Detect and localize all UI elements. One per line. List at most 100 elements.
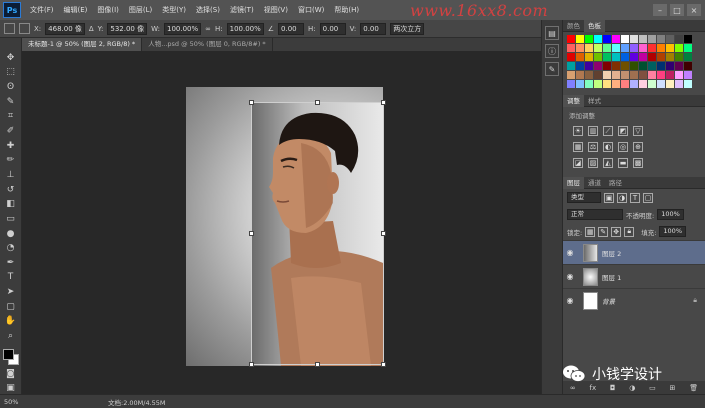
layer-kind-filter[interactable]: 类型 xyxy=(567,192,601,203)
filter-shape-icon[interactable]: ▢ xyxy=(643,192,653,203)
color-swatch[interactable] xyxy=(621,71,629,79)
layer-row[interactable]: ◉ 背景 🔒︎ xyxy=(563,288,705,312)
color-swatch[interactable] xyxy=(657,44,665,52)
color-swatch[interactable] xyxy=(639,35,647,43)
crop-tool-icon[interactable]: ⌗ xyxy=(4,111,18,123)
gradient-map-icon[interactable]: ▬ xyxy=(618,158,628,168)
transform-handle-tc[interactable] xyxy=(315,100,320,105)
minimize-icon[interactable]: – xyxy=(653,4,667,16)
canvas-area[interactable] xyxy=(22,51,541,394)
quick-select-tool-icon[interactable]: ✎ xyxy=(4,96,18,108)
h-field[interactable]: 100.00% xyxy=(226,22,264,35)
transform-handle-br[interactable] xyxy=(381,362,386,367)
color-swatches[interactable] xyxy=(2,347,20,365)
properties-panel-icon[interactable]: ⓘ xyxy=(545,44,559,58)
color-swatch[interactable] xyxy=(576,71,584,79)
color-swatch[interactable] xyxy=(585,44,593,52)
color-swatch[interactable] xyxy=(666,71,674,79)
color-swatch[interactable] xyxy=(612,62,620,70)
healing-tool-icon[interactable]: ✚ xyxy=(4,140,18,152)
selective-color-icon[interactable]: ▩ xyxy=(633,158,643,168)
color-swatch[interactable] xyxy=(630,53,638,61)
color-swatch[interactable] xyxy=(585,71,593,79)
visibility-eye-icon[interactable]: ◉ xyxy=(563,248,577,257)
color-swatch[interactable] xyxy=(639,44,647,52)
layer-style-icon[interactable]: fx xyxy=(590,384,597,392)
color-swatch[interactable] xyxy=(630,44,638,52)
menu-edit[interactable]: 编辑(E) xyxy=(59,5,93,15)
color-swatch[interactable] xyxy=(576,35,584,43)
color-swatch[interactable] xyxy=(648,53,656,61)
transform-handle-tl[interactable] xyxy=(249,100,254,105)
color-swatch[interactable] xyxy=(567,62,575,70)
filter-adjust-icon[interactable]: ◑ xyxy=(617,192,627,203)
color-swatch[interactable] xyxy=(594,44,602,52)
menu-select[interactable]: 选择(S) xyxy=(191,5,225,15)
color-swatch[interactable] xyxy=(675,71,683,79)
layer-row[interactable]: ◉ 图层 1 xyxy=(563,264,705,288)
stamp-tool-icon[interactable]: ⊥ xyxy=(4,169,18,181)
visibility-eye-icon[interactable]: ◉ xyxy=(563,296,577,305)
color-swatch[interactable] xyxy=(594,53,602,61)
color-swatch[interactable] xyxy=(675,44,683,52)
color-swatch[interactable] xyxy=(666,44,674,52)
transform-handle-tr[interactable] xyxy=(381,100,386,105)
color-swatch[interactable] xyxy=(576,53,584,61)
menu-file[interactable]: 文件(F) xyxy=(25,5,59,15)
color-swatch[interactable] xyxy=(567,53,575,61)
menu-image[interactable]: 图像(I) xyxy=(92,5,124,15)
gradient-tool-icon[interactable]: ▭ xyxy=(4,213,18,225)
pen-tool-icon[interactable]: ✒ xyxy=(4,257,18,269)
eyedropper-tool-icon[interactable]: ✐ xyxy=(4,125,18,137)
color-swatch[interactable] xyxy=(603,62,611,70)
hue-saturation-icon[interactable]: ▦ xyxy=(573,142,583,152)
color-swatch[interactable] xyxy=(666,35,674,43)
swatch-grid[interactable] xyxy=(563,32,705,91)
opacity-field[interactable]: 100% xyxy=(657,209,684,220)
tab-portrait-psd[interactable]: 人物...psd @ 50% (图层 0, RGB/8#) * xyxy=(142,38,273,51)
filter-type-icon[interactable]: T xyxy=(630,192,640,203)
color-swatch[interactable] xyxy=(630,80,638,88)
color-swatch[interactable] xyxy=(684,35,692,43)
color-swatch[interactable] xyxy=(621,62,629,70)
y-field[interactable]: 532.00 像 xyxy=(107,22,148,35)
color-swatch[interactable] xyxy=(612,80,620,88)
color-swatch[interactable] xyxy=(684,62,692,70)
color-swatch[interactable] xyxy=(567,71,575,79)
filter-pixel-icon[interactable]: ▣ xyxy=(604,192,614,203)
color-swatch[interactable] xyxy=(675,53,683,61)
color-swatch[interactable] xyxy=(666,62,674,70)
menu-help[interactable]: 帮助(H) xyxy=(329,5,364,15)
link-layers-icon[interactable]: ∞ xyxy=(570,384,576,392)
color-swatch[interactable] xyxy=(603,80,611,88)
new-layer-icon[interactable]: ⊞ xyxy=(670,384,676,392)
foreground-color[interactable] xyxy=(2,348,14,360)
shape-tool-icon[interactable]: ▢ xyxy=(4,301,18,313)
color-balance-icon[interactable]: ⚖ xyxy=(588,142,598,152)
lock-position-icon[interactable]: ✥ xyxy=(611,226,622,237)
tab-untitled-1[interactable]: 未标题-1 @ 50% (图层 2, RGB/8) * xyxy=(22,38,143,51)
brightness-icon[interactable]: ☀ xyxy=(573,126,583,136)
color-swatch[interactable] xyxy=(684,71,692,79)
transform-handle-ml[interactable] xyxy=(249,231,254,236)
color-swatch[interactable] xyxy=(657,62,665,70)
dodge-tool-icon[interactable]: ◔ xyxy=(4,242,18,254)
brush-panel-icon[interactable]: ✎ xyxy=(545,62,559,76)
screen-mode-icon[interactable]: ▣ xyxy=(4,382,18,394)
color-swatch[interactable] xyxy=(639,53,647,61)
invert-icon[interactable]: ◪ xyxy=(573,158,583,168)
color-swatch[interactable] xyxy=(675,80,683,88)
eraser-tool-icon[interactable]: ◧ xyxy=(4,198,18,210)
marquee-tool-icon[interactable]: ⬚ xyxy=(4,67,18,79)
color-swatch[interactable] xyxy=(684,80,692,88)
color-swatch[interactable] xyxy=(648,71,656,79)
menu-filter[interactable]: 滤镜(T) xyxy=(225,5,259,15)
tab-layers[interactable]: 图层 xyxy=(563,176,584,189)
delete-layer-icon[interactable]: 🗑︎ xyxy=(689,384,698,392)
color-swatch[interactable] xyxy=(603,44,611,52)
delta-icon[interactable]: Δ xyxy=(89,25,94,33)
color-swatch[interactable] xyxy=(621,53,629,61)
color-swatch[interactable] xyxy=(594,62,602,70)
menu-type[interactable]: 类型(Y) xyxy=(157,5,191,15)
close-icon[interactable]: × xyxy=(687,4,701,16)
